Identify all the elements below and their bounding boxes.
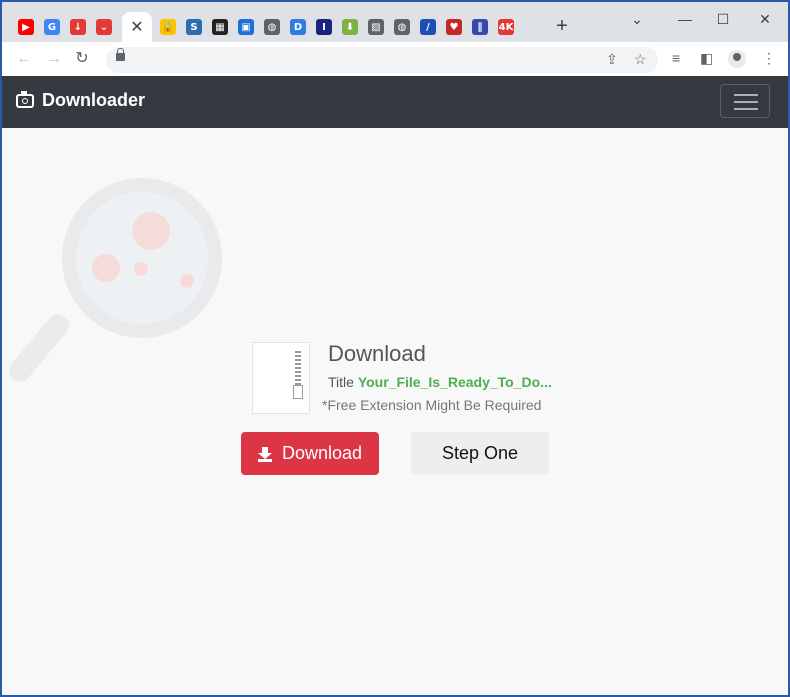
slash-icon: /: [420, 19, 436, 35]
browser-tab[interactable]: G: [38, 12, 66, 42]
browser-tab[interactable]: ⬇: [336, 12, 364, 42]
swirl-icon: S: [186, 19, 202, 35]
forward-arrow-icon[interactable]: →: [42, 48, 66, 70]
browser-tab[interactable]: 🔒: [154, 12, 182, 42]
pocket-icon: ⌄: [96, 19, 112, 35]
browser-window: ▶ G ↓ ⌄ 🔒 S ▦ ▣ ◍ D I ⬇ ▨ ◍ / ♥ ∥ 4K ✕ + ⌄ — ☐ ✕ ← → ↻ ⇪ ☆…: [2, 2, 788, 695]
zip-file-icon: [252, 342, 310, 414]
browser-tab[interactable]: S: [180, 12, 208, 42]
hamburger-line: [734, 94, 758, 96]
browser-tab[interactable]: ◍: [388, 12, 416, 42]
watermark-handle: [4, 310, 74, 386]
browser-tab[interactable]: ∥: [466, 12, 494, 42]
active-tab[interactable]: ✕: [122, 12, 152, 42]
address-bar[interactable]: ⇪ ☆: [106, 47, 658, 73]
browser-tab[interactable]: 4K: [492, 12, 520, 42]
new-tab-button[interactable]: +: [550, 14, 574, 38]
side-panel-icon[interactable]: ◧: [700, 50, 713, 67]
maximize-button[interactable]: ☐: [700, 8, 746, 30]
site-navbar: Downloader: [2, 76, 788, 128]
profile-avatar-icon[interactable]: [728, 50, 746, 68]
google-icon: G: [44, 19, 60, 35]
tab-search-icon[interactable]: ⌄: [614, 8, 660, 30]
share-icon[interactable]: ⇪: [606, 51, 618, 68]
browser-tab[interactable]: ◍: [258, 12, 286, 42]
download-heading: Download: [328, 341, 426, 366]
download-button[interactable]: Download: [241, 432, 379, 475]
stats-icon: ∥: [472, 19, 488, 35]
camera-icon: [16, 90, 34, 108]
browser-tab[interactable]: D: [284, 12, 312, 42]
navbar-toggler-button[interactable]: [720, 84, 770, 118]
image-icon: ▨: [368, 19, 384, 35]
file-title: Title Your_File_Is_Ready_To_Do...: [328, 374, 552, 390]
browser-tab[interactable]: ▣: [232, 12, 260, 42]
close-window-button[interactable]: ✕: [742, 8, 788, 30]
globe-icon: ◍: [264, 19, 280, 35]
watermark-magnifier-icon: [62, 178, 222, 338]
step-one-label: Step One: [441, 443, 519, 463]
download-red-icon: ↓: [70, 19, 86, 35]
download-button-label: Download: [281, 443, 363, 463]
browser-tab[interactable]: ▦: [206, 12, 234, 42]
browser-tab[interactable]: ▶: [12, 12, 40, 42]
hamburger-line: [734, 108, 758, 110]
hamburger-line: [734, 101, 758, 103]
map-icon: ▦: [212, 19, 228, 35]
step-one-button[interactable]: Step One: [411, 432, 549, 475]
browser-tab[interactable]: I: [310, 12, 338, 42]
reload-icon[interactable]: ↻: [70, 48, 94, 70]
bookmark-star-icon[interactable]: ☆: [634, 51, 647, 68]
brand[interactable]: Downloader: [16, 90, 145, 111]
lock-yellow-icon: 🔒: [160, 19, 176, 35]
tab-strip: ▶ G ↓ ⌄ 🔒 S ▦ ▣ ◍ D I ⬇ ▨ ◍ / ♥ ∥ 4K ✕ + ⌄ — ☐ ✕: [2, 2, 788, 42]
browser-tab[interactable]: ▨: [362, 12, 390, 42]
close-tab-icon[interactable]: ✕: [130, 17, 143, 37]
browser-tab[interactable]: ♥: [440, 12, 468, 42]
reading-list-icon[interactable]: ≡: [672, 50, 680, 66]
title-label: Title: [328, 374, 354, 390]
lock-icon[interactable]: [116, 48, 125, 61]
browser-toolbar: ← → ↻ ⇪ ☆ ≡ ◧ ⋮: [2, 42, 788, 76]
browser-tab[interactable]: ⌄: [90, 12, 118, 42]
menu-kebab-icon[interactable]: ⋮: [762, 50, 776, 67]
page-content: Download Title Your_File_Is_Ready_To_Do.…: [2, 128, 788, 695]
browser-tab[interactable]: /: [414, 12, 442, 42]
youtube-icon: ▶: [18, 19, 34, 35]
download-icon: [257, 446, 272, 462]
globe2-icon: ◍: [394, 19, 410, 35]
brand-name: Downloader: [42, 90, 146, 110]
title-value: Your_File_Is_Ready_To_Do...: [357, 374, 552, 390]
4k-icon: 4K: [498, 19, 514, 35]
blue-d-icon: D: [290, 19, 306, 35]
green-arrow-icon: ⬇: [342, 19, 358, 35]
extension-note: *Free Extension Might Be Required: [322, 397, 542, 413]
back-arrow-icon[interactable]: ←: [12, 48, 36, 70]
letter-i-icon: I: [316, 19, 332, 35]
browser-tab[interactable]: ↓: [64, 12, 92, 42]
grid-blue-icon: ▣: [238, 19, 254, 35]
pocket2-icon: ♥: [446, 19, 462, 35]
